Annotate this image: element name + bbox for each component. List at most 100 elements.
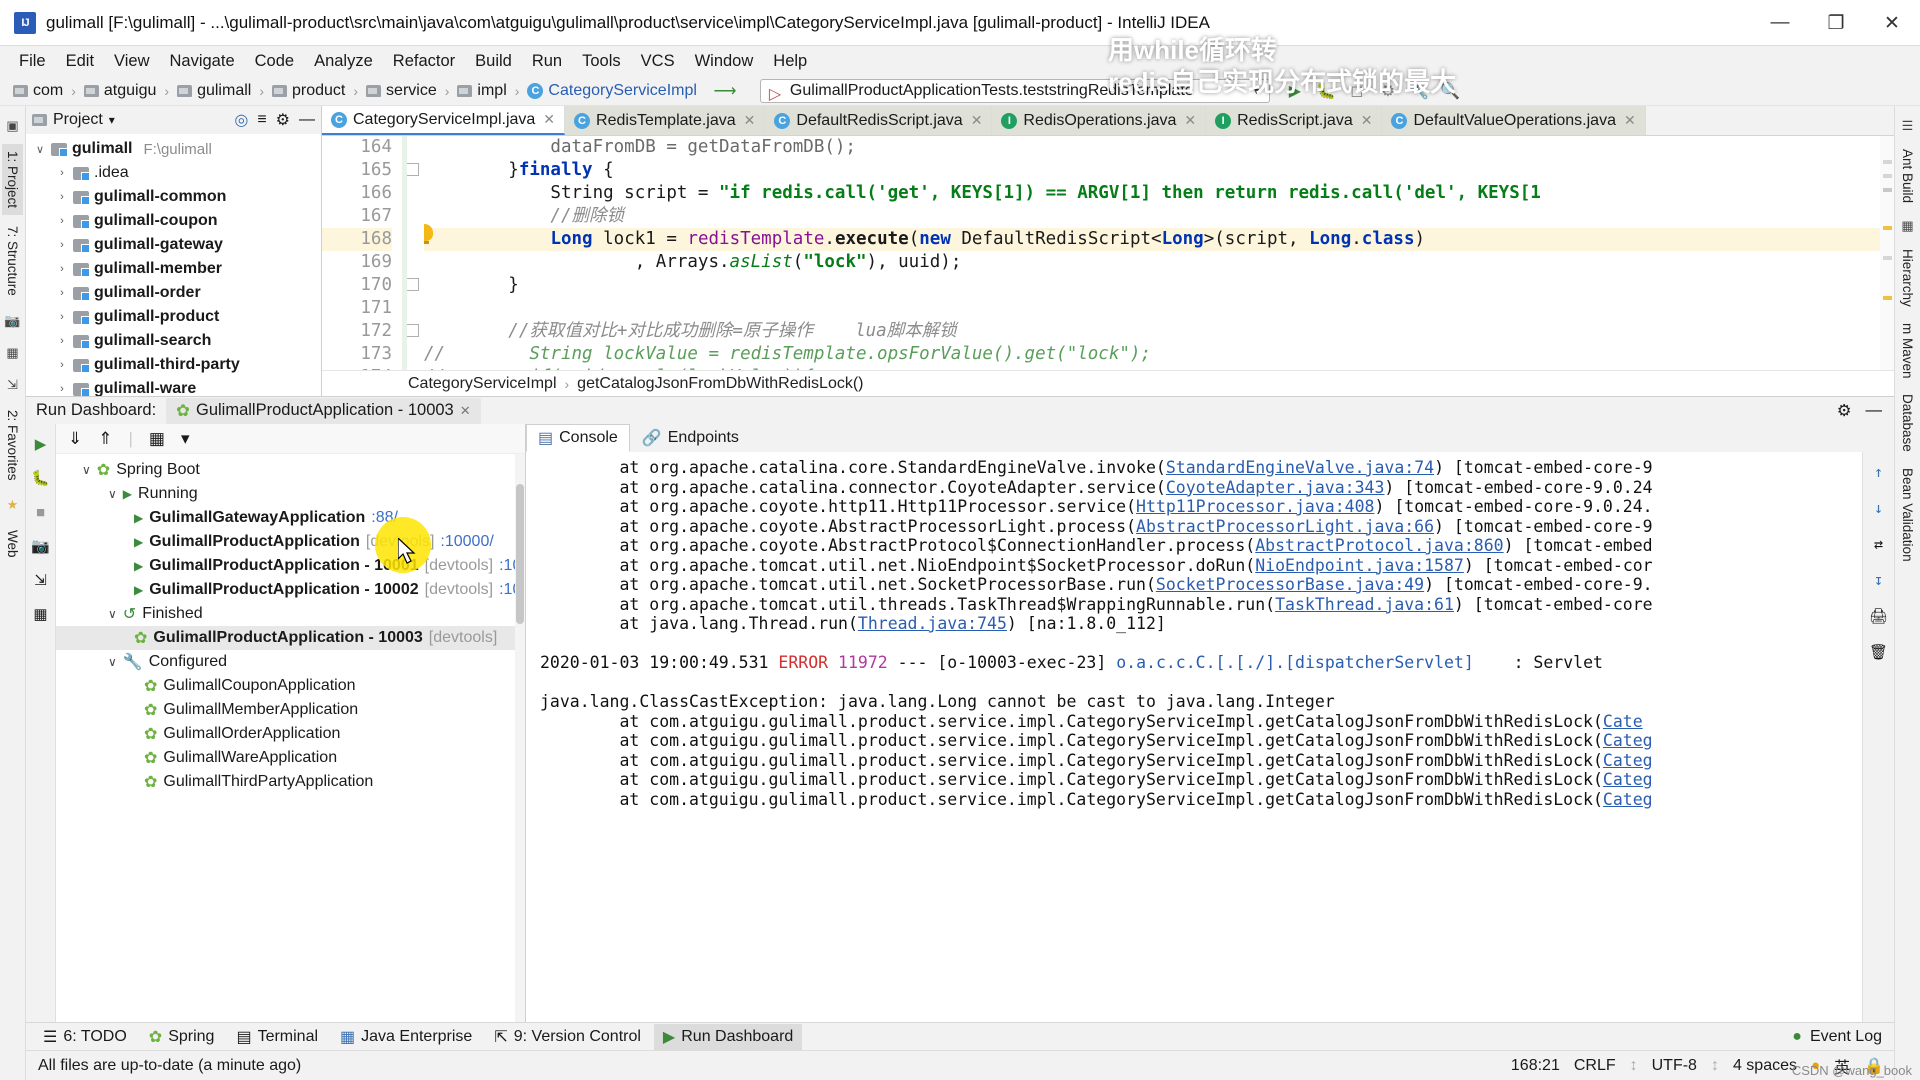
camera-icon[interactable]: 📷: [31, 536, 51, 556]
tree-row-spring-boot[interactable]: ∨ ✿ Spring Boot: [56, 458, 525, 482]
sidebar-item-favorites[interactable]: 2: Favorites: [2, 403, 23, 488]
profile-button[interactable]: ⚙: [1377, 80, 1399, 102]
chevron-down-icon[interactable]: ∨: [108, 487, 117, 501]
tree-row-product-app-10003[interactable]: ✿ GulimallProductApplication - 10003 [de…: [56, 626, 525, 650]
breadcrumb-gulimall[interactable]: gulimall: [172, 80, 256, 102]
tab-defaultvalueoperations[interactable]: C DefaultValueOperations.java ✕: [1382, 106, 1646, 135]
tree-row-gateway-app[interactable]: ▶ GulimallGatewayApplication :88/: [56, 506, 525, 530]
run-button[interactable]: ▶: [1284, 80, 1306, 102]
menu-build[interactable]: Build: [466, 49, 521, 74]
sidebar-item-structure[interactable]: 7: Structure: [2, 219, 23, 303]
maximize-button[interactable]: ❐: [1808, 0, 1864, 46]
close-icon[interactable]: ✕: [1624, 112, 1636, 129]
breadcrumb-service[interactable]: service: [361, 80, 442, 102]
chevron-down-icon[interactable]: ∨: [108, 607, 117, 621]
tree-row-finished[interactable]: ∨ ↺ Finished: [56, 602, 525, 626]
locate-icon[interactable]: ◎: [234, 110, 248, 130]
close-icon[interactable]: ✕: [543, 111, 555, 128]
tree-row[interactable]: › gulimall-coupon: [26, 209, 321, 233]
chevron-right-icon[interactable]: ›: [56, 287, 68, 299]
tree-row[interactable]: › gulimall-order: [26, 281, 321, 305]
tab-redistemplate[interactable]: C RedisTemplate.java ✕: [565, 106, 766, 135]
run-configuration-selector[interactable]: ▷ GulimallProductApplicationTests.testst…: [759, 78, 1270, 103]
camera-icon[interactable]: 📷: [4, 312, 22, 330]
run-dashboard-tab[interactable]: ✿ GulimallProductApplication - 10003 ✕: [166, 397, 481, 424]
encoding[interactable]: UTF-8: [1652, 1057, 1697, 1075]
tab-endpoints[interactable]: 🔗 Endpoints: [630, 424, 751, 452]
menu-navigate[interactable]: Navigate: [161, 49, 244, 74]
tree-scrollbar[interactable]: [515, 454, 525, 1022]
event-log-label[interactable]: Event Log: [1810, 1028, 1882, 1046]
tab-console[interactable]: ▤ Console: [526, 424, 630, 452]
menu-code[interactable]: Code: [246, 49, 303, 74]
chevron-right-icon[interactable]: ›: [56, 215, 68, 227]
chevron-down-icon[interactable]: ∨: [34, 143, 46, 156]
menu-run[interactable]: Run: [523, 49, 571, 74]
tree-row-thirdparty-app[interactable]: ✿ GulimallThirdPartyApplication: [56, 770, 525, 794]
project-structure-icon[interactable]: ▣: [4, 117, 22, 135]
scroll-up-icon[interactable]: ↑: [1869, 462, 1889, 482]
tab-categoryserviceimpl[interactable]: C CategoryServiceImpl.java ✕: [322, 106, 566, 135]
tree-row-running[interactable]: ∨ ▶ Running: [56, 482, 525, 506]
close-icon[interactable]: ✕: [744, 112, 756, 129]
chevron-right-icon[interactable]: ›: [56, 167, 68, 179]
tree-row-product-app-10002[interactable]: ▶ GulimallProductApplication - 10002 [de…: [56, 578, 525, 602]
print-icon[interactable]: 🖨: [1869, 606, 1889, 626]
chevron-right-icon[interactable]: ›: [56, 263, 68, 275]
line-separator[interactable]: CRLF: [1574, 1057, 1616, 1075]
tree-row[interactable]: › gulimall-member: [26, 257, 321, 281]
menu-help[interactable]: Help: [764, 49, 816, 74]
expand-all-icon[interactable]: ⇓: [68, 429, 82, 449]
tab-redisoperations[interactable]: I RedisOperations.java ✕: [992, 106, 1207, 135]
soft-wrap-icon[interactable]: ⇄: [1869, 534, 1889, 554]
sidebar-item-maven[interactable]: m Maven: [1897, 316, 1918, 386]
editor-scrollbar[interactable]: [1880, 136, 1894, 370]
close-icon[interactable]: ✕: [460, 403, 471, 419]
menu-view[interactable]: View: [105, 49, 158, 74]
breadcrumb-class[interactable]: CategoryServiceImpl: [408, 375, 557, 393]
tree-row-ware-app[interactable]: ✿ GulimallWareApplication: [56, 746, 525, 770]
tool-button-todo[interactable]: ☰ 6: TODO: [34, 1024, 136, 1050]
hide-icon[interactable]: —: [299, 111, 315, 129]
chevron-right-icon[interactable]: ›: [56, 335, 68, 347]
breadcrumb-categoryserviceimpl[interactable]: C CategoryServiceImpl: [522, 80, 702, 102]
sidebar-item-web[interactable]: Web: [2, 523, 23, 565]
breadcrumb-com[interactable]: com: [8, 80, 68, 102]
tool-button-spring[interactable]: ✿ Spring: [140, 1024, 224, 1050]
chevron-right-icon[interactable]: ›: [56, 191, 68, 203]
project-tree[interactable]: ∨ gulimall F:\gulimall › .idea › gulimal…: [26, 134, 321, 396]
scroll-down-icon[interactable]: ↓: [1869, 498, 1889, 518]
sidebar-item-project[interactable]: 1: Project: [2, 144, 23, 216]
tree-row-configured[interactable]: ∨ 🔧 Configured: [56, 650, 525, 674]
code-text[interactable]: dataFromDB = getDataFromDB(); }finally {…: [424, 136, 1894, 370]
debug-icon[interactable]: 🐛: [31, 468, 51, 488]
tree-row[interactable]: › gulimall-search: [26, 329, 321, 353]
tool-button-java-enterprise[interactable]: ▦ Java Enterprise: [331, 1024, 481, 1050]
menu-refactor[interactable]: Refactor: [384, 49, 464, 74]
chevron-right-icon[interactable]: ›: [56, 359, 68, 371]
gear-icon[interactable]: ⚙: [1837, 401, 1852, 421]
chevron-right-icon[interactable]: ›: [56, 311, 68, 323]
import-icon[interactable]: ⇲: [4, 376, 22, 394]
import-icon[interactable]: ⇲: [31, 570, 51, 590]
tree-row-coupon-app[interactable]: ✿ GulimallCouponApplication: [56, 674, 525, 698]
tool-button-terminal[interactable]: ▤ Terminal: [227, 1024, 327, 1050]
tree-row[interactable]: ∨ gulimall F:\gulimall: [26, 137, 321, 161]
caret-position[interactable]: 168:21: [1511, 1057, 1560, 1075]
collapse-all-icon[interactable]: ⇑: [98, 429, 112, 449]
sidebar-item-ant-build[interactable]: Ant Build: [1897, 142, 1918, 210]
tab-defaultredisscript[interactable]: C DefaultRedisScript.java ✕: [765, 106, 993, 135]
chevron-down-icon[interactable]: ∨: [82, 463, 91, 477]
tree-row[interactable]: › gulimall-third-party: [26, 353, 321, 377]
run-dashboard-tree[interactable]: ∨ ✿ Spring Boot ∨ ▶ Running ▶ GulimallGa…: [56, 454, 525, 1022]
app-url-link[interactable]: :88/: [371, 509, 398, 527]
tree-row-member-app[interactable]: ✿ GulimallMemberApplication: [56, 698, 525, 722]
close-button[interactable]: ✕: [1864, 0, 1920, 46]
close-icon[interactable]: ✕: [1184, 112, 1196, 129]
tree-row[interactable]: › .idea: [26, 161, 321, 185]
menu-edit[interactable]: Edit: [57, 49, 103, 74]
coverage-button[interactable]: ◻: [1346, 80, 1368, 102]
chevron-right-icon[interactable]: ›: [56, 239, 68, 251]
menu-vcs[interactable]: VCS: [632, 49, 684, 74]
code-folding-strip[interactable]: [402, 136, 424, 370]
